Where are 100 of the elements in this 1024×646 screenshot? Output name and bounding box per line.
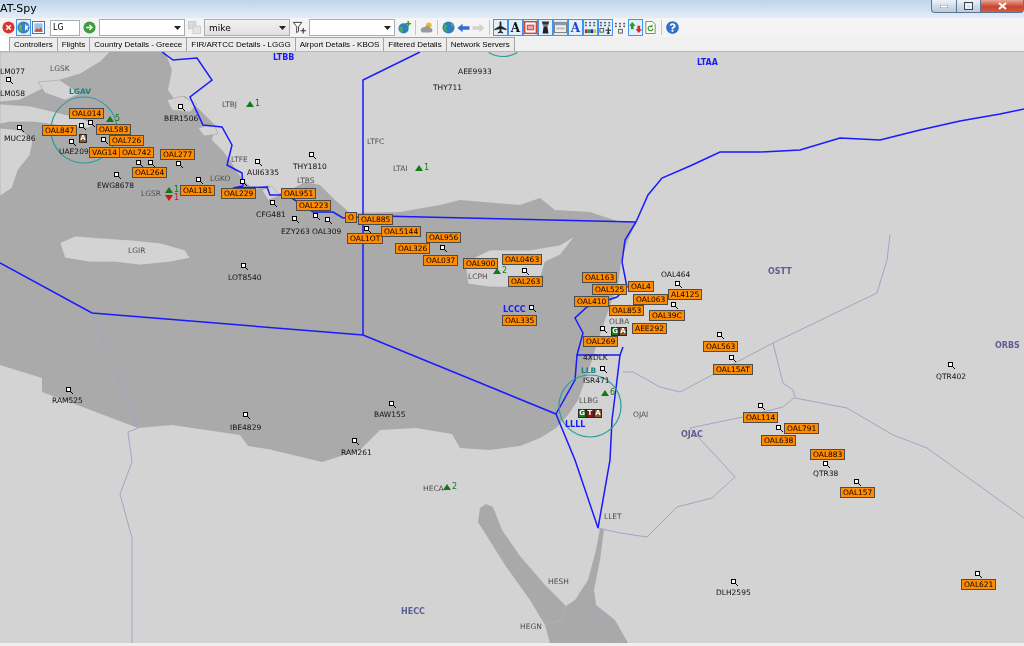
grid-button[interactable] [583, 19, 598, 36]
grid-button[interactable] [598, 19, 613, 36]
square-marker-icon [243, 412, 250, 419]
globe-plus-button[interactable] [397, 19, 412, 36]
caret-icon [279, 25, 286, 30]
square-marker-icon [270, 200, 277, 207]
traffic-count: 1 [174, 185, 180, 194]
frame-button[interactable] [523, 19, 538, 36]
square-marker-icon [854, 479, 861, 486]
tab[interactable]: Flights [56, 37, 91, 51]
tower-icon [539, 21, 552, 34]
tab[interactable]: FIR/ARTCC Details - LGGG [186, 37, 296, 51]
square-marker-icon [241, 263, 248, 270]
square-marker-icon [389, 401, 396, 408]
caret-icon [174, 25, 181, 30]
square-marker-icon [325, 217, 332, 224]
help-button[interactable] [665, 19, 680, 36]
tower-button[interactable] [538, 19, 553, 36]
traffic-count: 1 [424, 163, 430, 172]
dropdown[interactable] [99, 19, 185, 36]
aircraft-button[interactable] [493, 19, 508, 36]
close-button[interactable] [980, 0, 1024, 13]
traffic-count: 2 [452, 482, 458, 491]
fir-label: LTBB [273, 53, 295, 62]
square-marker-icon [440, 245, 447, 252]
square-marker-icon [88, 120, 95, 127]
up-triangle-icon [106, 115, 114, 122]
text-button[interactable]: A [508, 19, 523, 36]
maximize-button[interactable] [956, 0, 981, 13]
arrow-circle-icon [83, 21, 96, 34]
search-field[interactable]: LG [50, 19, 80, 36]
globe-button[interactable] [16, 19, 31, 36]
square-marker-icon [600, 366, 607, 373]
up-triangle-icon [601, 389, 609, 396]
tab[interactable]: Country Details - Greece [89, 37, 188, 51]
go-button[interactable] [82, 19, 97, 36]
window-title: AT-Spy [0, 1, 37, 17]
island [166, 95, 198, 113]
arrows-button[interactable] [628, 19, 643, 36]
square-marker-icon [148, 160, 155, 167]
traffic-count: 2 [502, 266, 508, 275]
cloud-icon [420, 21, 433, 34]
fir-label: HECC [401, 607, 425, 616]
square-marker-icon [758, 403, 765, 410]
square-marker-icon [313, 213, 320, 220]
square-marker-icon [240, 179, 247, 186]
grid-colors-icon [584, 21, 597, 34]
island [197, 123, 219, 137]
window-icon [554, 21, 567, 34]
square-marker-icon [675, 281, 682, 288]
right-arrow-icon [472, 22, 485, 33]
tab[interactable]: Airport Details - KBOS [294, 37, 385, 51]
square-marker-icon [776, 425, 783, 432]
tab[interactable]: Network Servers [445, 37, 515, 51]
range-ring [488, 52, 518, 58]
up-down-arrows-icon [629, 21, 642, 34]
grid-airplane-icon [599, 21, 612, 34]
border-line [587, 593, 613, 643]
dropdown[interactable]: mike [204, 19, 290, 36]
fir-label: LTAA [697, 58, 718, 67]
stop-button[interactable] [1, 19, 16, 36]
square-marker-icon [101, 137, 108, 144]
square-marker-icon [136, 160, 143, 167]
square-marker-icon [79, 123, 86, 130]
maximize-icon [964, 2, 973, 10]
square-marker-icon [948, 362, 955, 369]
minimize-icon [940, 4, 948, 8]
square-marker-icon [671, 302, 678, 309]
document-refresh-icon [644, 21, 657, 34]
tab[interactable]: Controllers [9, 37, 58, 51]
square-marker-icon [600, 326, 607, 333]
text-button[interactable]: A [568, 19, 583, 36]
square-marker-icon [69, 139, 76, 146]
picture-button[interactable] [31, 19, 46, 36]
square-marker-icon [6, 77, 13, 84]
traffic-count: 6 [610, 388, 616, 397]
range-ring [558, 374, 622, 438]
square-marker-icon [17, 125, 24, 132]
weather-button[interactable] [419, 19, 434, 36]
tab[interactable] [0, 36, 10, 51]
traffic-count: 1 [174, 193, 180, 202]
caret-icon [384, 25, 391, 30]
filter-button[interactable] [292, 19, 307, 36]
square-marker-icon [529, 305, 536, 312]
up-triangle-icon [493, 267, 501, 274]
picture-icon [32, 21, 45, 34]
square-marker-icon [729, 355, 736, 362]
fir-label: OJAC [681, 430, 703, 439]
traffic-count: 1 [255, 99, 261, 108]
globe-icon [17, 21, 30, 34]
tab[interactable]: Filtered Details [383, 37, 447, 51]
refresh-button[interactable] [643, 19, 658, 36]
square-marker-icon [364, 226, 371, 233]
down-triangle-icon [165, 194, 173, 201]
square-marker-icon [522, 268, 529, 275]
square-marker-icon [717, 332, 724, 339]
left-arrow-icon [457, 22, 470, 33]
globe-button[interactable] [441, 19, 456, 36]
square-marker-icon [66, 387, 73, 394]
minimize-button[interactable] [931, 0, 957, 13]
